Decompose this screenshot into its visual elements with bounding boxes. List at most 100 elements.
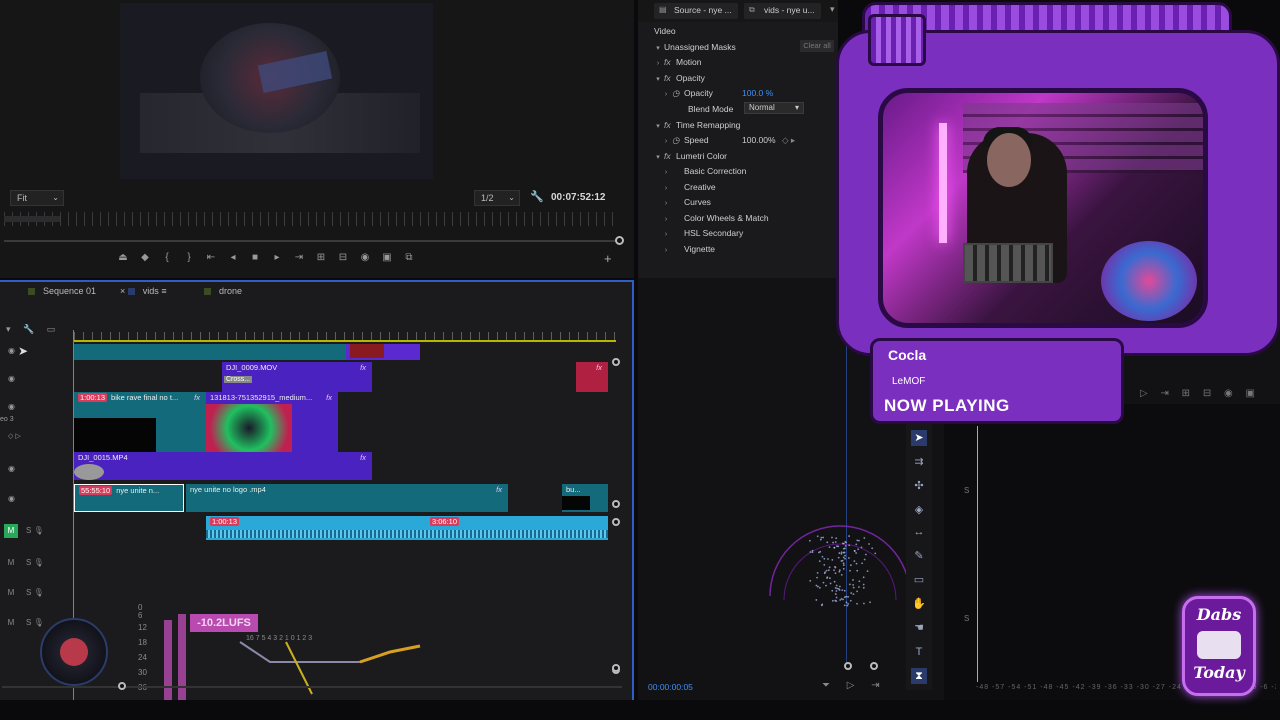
eye-icon[interactable]: ◉ <box>8 494 15 503</box>
stopwatch-icon[interactable]: ◷ <box>672 86 684 100</box>
chevron-right-icon[interactable]: › <box>660 197 672 211</box>
wrench-icon[interactable]: 🔧 <box>23 324 34 334</box>
mic-icon[interactable]: 🎙 <box>34 618 44 627</box>
clip-v6-a[interactable] <box>74 344 346 360</box>
row-curves[interactable]: › Curves <box>638 195 838 209</box>
menu-icon[interactable]: ≡ <box>161 286 166 296</box>
hscroll-handle[interactable] <box>118 682 126 690</box>
selection-tool-icon[interactable]: ➤ <box>911 430 927 446</box>
clear-all-button[interactable]: Clear all <box>800 40 834 52</box>
ripple-edit-tool-icon[interactable]: ✣ <box>911 478 927 494</box>
hand-tool-icon[interactable]: ✋ <box>911 596 927 612</box>
audio-clip-a1[interactable]: 1:00:13 3:06:10 <box>206 516 608 540</box>
clip-bike-rave[interactable]: 1:00:13 bike rave final no t... fx <box>74 392 206 452</box>
row-lumetri-color[interactable]: ▾ fx Lumetri Color <box>638 149 838 163</box>
row-motion[interactable]: › fx Motion <box>638 55 838 69</box>
extract-icon[interactable]: ⊟ <box>1203 388 1211 399</box>
chevron-down-icon[interactable]: ▾ <box>652 151 664 165</box>
clip-v6-b[interactable] <box>346 344 420 360</box>
chevron-right-icon[interactable]: › <box>660 166 672 180</box>
scroll-handle-top[interactable] <box>612 358 620 366</box>
clip-nye-unite-no-logo[interactable]: nye unite no logo .mp4 fx <box>186 484 508 512</box>
clip-v5-end[interactable]: fx <box>576 362 608 392</box>
row-time-remapping[interactable]: ▾ fx Time Remapping <box>638 118 838 132</box>
wrench-icon[interactable]: 🔧 <box>530 190 544 203</box>
razor-tool-icon[interactable]: ◈ <box>911 502 927 518</box>
hand-tool-alt-icon[interactable]: ☚ <box>911 620 927 636</box>
mic-icon[interactable]: 🎙 <box>34 588 44 597</box>
row-opacity-value[interactable]: › ◷ Opacity 100.0 % <box>638 86 838 100</box>
step-back-icon[interactable]: ◂ <box>222 252 244 266</box>
opacity-value[interactable]: 100.0 % <box>742 86 773 100</box>
tab-sequence-01[interactable]: Sequence 01 <box>28 286 96 296</box>
clip-nye-unite-a[interactable]: 55:55:10 nye unite n... <box>74 484 184 512</box>
slip-tool-icon[interactable]: ↔ <box>911 524 927 540</box>
clip-dji-0009[interactable]: DJI_0009.MOV fx Cross... <box>222 362 372 392</box>
stop-icon[interactable]: ■ <box>244 252 266 266</box>
pen-tool-icon[interactable]: ✎ <box>911 548 927 564</box>
stopwatch-icon[interactable]: ◷ <box>672 133 684 147</box>
clip-131813-medium[interactable]: 131813-751352915_medium... fx <box>206 392 338 452</box>
speed-value[interactable]: 100.00% <box>742 133 776 147</box>
playback-resolution-dropdown[interactable]: 1/2 ⌄ <box>474 190 520 206</box>
play-icon[interactable]: ▷ <box>1140 388 1148 399</box>
camera-icon[interactable]: ◉ <box>354 252 376 266</box>
program-time-ruler[interactable] <box>4 212 620 226</box>
extract-icon[interactable]: ⊟ <box>332 252 354 266</box>
captions-icon[interactable]: ▭ <box>47 324 56 334</box>
solo-button[interactable]: S <box>26 588 31 597</box>
audio-scroll-handle-top[interactable] <box>612 518 620 526</box>
chevron-down-icon[interactable]: ▾ <box>652 120 664 134</box>
mute-button[interactable]: M <box>4 616 18 630</box>
vscroll-handle-bottom[interactable] <box>612 664 620 672</box>
timeline-ruler[interactable] <box>74 332 616 342</box>
lift-icon[interactable]: ⏏ <box>112 252 134 266</box>
vr-icon[interactable]: ⧉ <box>398 252 420 266</box>
chevron-right-icon[interactable]: › <box>652 57 664 71</box>
sync-tool-icon[interactable]: ⧗ <box>911 668 927 684</box>
play-audio-icon[interactable]: ▷ <box>847 680 855 691</box>
ec-scroll-right-handle[interactable] <box>870 662 878 670</box>
tab-drone[interactable]: drone <box>204 286 242 296</box>
mute-button[interactable]: M <box>4 524 18 538</box>
effect-controls-timecode[interactable]: 00:00:00:05 <box>648 682 693 692</box>
mute-button[interactable]: M <box>4 586 18 600</box>
timeline-vertical-scroll[interactable] <box>610 358 624 508</box>
program-timecode[interactable]: 00:07:52:12 <box>551 192 605 203</box>
scrub-end-handle[interactable] <box>615 236 624 245</box>
solo-button[interactable]: S <box>26 526 31 535</box>
scroll-handle-bottom[interactable] <box>612 500 620 508</box>
mark-out-icon[interactable]: } <box>178 252 200 266</box>
go-to-in-icon[interactable]: ⇤ <box>200 252 222 266</box>
chevron-right-icon[interactable]: › <box>660 135 672 149</box>
zoom-fit-dropdown[interactable]: Fit ⌄ <box>10 190 64 206</box>
filter-icon[interactable]: ⏷ <box>822 680 830 691</box>
go-to-out-icon[interactable]: ⇥ <box>288 252 310 266</box>
row-creative[interactable]: › Creative <box>638 180 838 194</box>
row-unassigned-masks[interactable]: ▾ Unassigned Masks Clear all <box>638 40 838 54</box>
compare-icon[interactable]: ▣ <box>1246 388 1255 399</box>
export-icon[interactable]: ⇥ <box>871 680 879 691</box>
camera-icon[interactable]: ◉ <box>1224 388 1233 399</box>
type-tool-icon[interactable]: T <box>911 644 927 660</box>
program-video-preview[interactable] <box>120 3 433 179</box>
step-forward-icon[interactable]: ▸ <box>266 252 288 266</box>
clip-dji-0015[interactable]: DJI_0015.MP4 fx <box>74 452 372 480</box>
eye-icon[interactable]: ◉ <box>8 464 15 473</box>
lift-clip-icon[interactable]: ⊞ <box>310 252 332 266</box>
blend-mode-dropdown[interactable]: Normal ▾ <box>744 102 804 114</box>
tab-vids[interactable]: × vids ≡ <box>120 286 167 296</box>
program-scrub-bar[interactable] <box>4 240 616 242</box>
chevron-right-icon[interactable]: › <box>660 244 672 258</box>
chevron-right-icon[interactable]: › <box>660 88 672 102</box>
add-button-icon[interactable]: + <box>604 251 612 266</box>
track-select-tool-icon[interactable]: ⇉ <box>911 454 927 470</box>
tab-source[interactable]: ▤ Source - nye ... <box>654 3 738 19</box>
rectangle-tool-icon[interactable]: ▭ <box>911 572 927 588</box>
keyframe-icon[interactable]: ◇ ▷ <box>8 432 21 440</box>
step-forward-icon[interactable]: ⇥ <box>1160 388 1168 399</box>
comparison-view-icon[interactable]: ▣ <box>376 252 398 266</box>
row-basic-correction[interactable]: › Basic Correction <box>638 164 838 178</box>
keyframe-nav-icon[interactable]: ◇ ▸ <box>782 133 795 147</box>
row-vignette[interactable]: › Vignette <box>638 242 838 256</box>
